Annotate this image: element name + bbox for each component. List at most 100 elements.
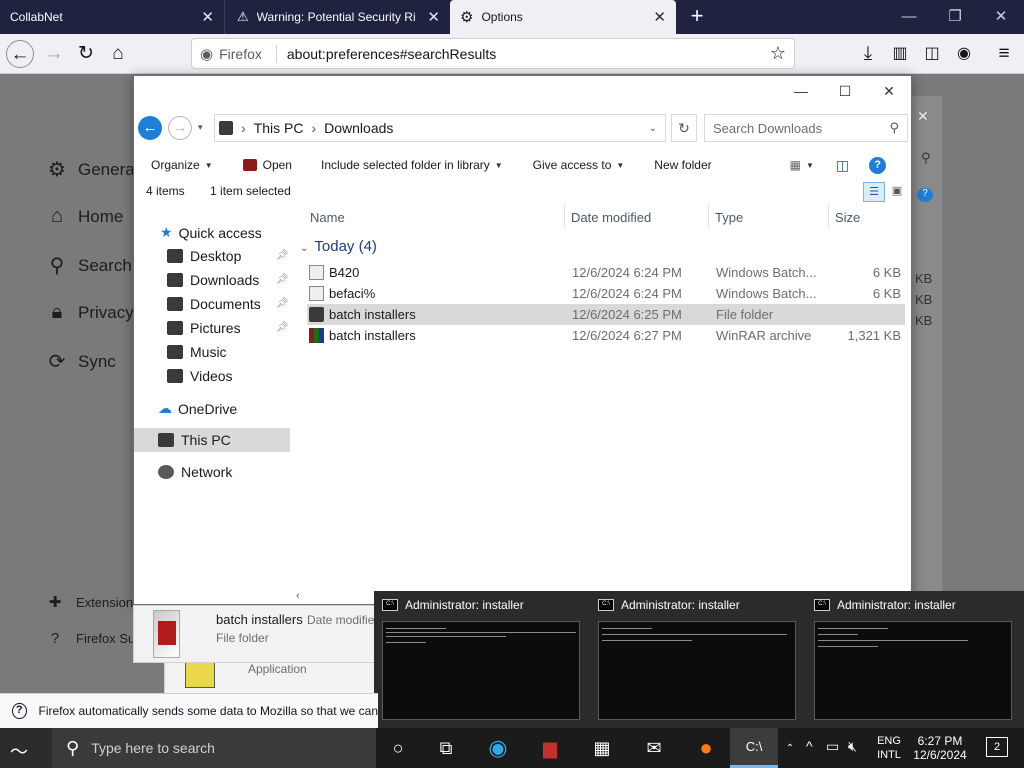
nav-downloads[interactable]: Downloads bbox=[167, 272, 259, 288]
library-icon[interactable]: ▥ bbox=[886, 40, 914, 68]
show-hidden-icons[interactable]: ^ bbox=[806, 739, 813, 753]
open-button[interactable]: Open bbox=[242, 158, 292, 172]
breadcrumb[interactable]: › This PC › Downloads ⌄ bbox=[214, 114, 666, 142]
cmd-icon: C:\ bbox=[382, 599, 398, 611]
back-arrow-icon[interactable]: ← bbox=[138, 116, 162, 140]
nav-pictures[interactable]: Pictures bbox=[167, 320, 241, 336]
new-folder-button[interactable]: New folder bbox=[654, 158, 711, 172]
close-icon[interactable]: ✕ bbox=[201, 8, 214, 26]
bookmark-star-icon[interactable]: ☆ bbox=[770, 43, 786, 64]
close-window-icon[interactable]: ✕ bbox=[978, 0, 1024, 34]
nav-music[interactable]: Music bbox=[167, 344, 227, 360]
download-icon[interactable]: ⤓ bbox=[854, 40, 882, 68]
give-access-button[interactable]: Give access to ▼ bbox=[533, 158, 625, 172]
account-icon[interactable]: ◉ bbox=[950, 40, 978, 68]
file-row[interactable]: B420 12/6/2024 6:24 PM Windows Batch... … bbox=[307, 262, 905, 283]
refresh-icon[interactable]: ↻ bbox=[671, 114, 697, 142]
help-icon[interactable]: ? bbox=[869, 156, 887, 174]
tab-collabnet[interactable]: CollabNet ✕ bbox=[0, 0, 225, 34]
prefs-footer-extensions[interactable]: ✚ Extension bbox=[46, 593, 133, 611]
taskbar-search[interactable]: ⚲ Type here to search bbox=[52, 728, 376, 768]
prefs-footer-support[interactable]: ? Firefox Su bbox=[46, 630, 135, 647]
nav-desktop[interactable]: Desktop bbox=[167, 248, 241, 264]
prefs-nav-general[interactable]: ⚙ General bbox=[44, 157, 138, 182]
network-icon[interactable]: ▭ bbox=[826, 739, 839, 753]
search-icon: ⚲ bbox=[66, 737, 80, 758]
sidebar-icon[interactable]: ◫ bbox=[918, 40, 946, 68]
close-icon: ✕ bbox=[917, 108, 929, 124]
nav-label: Videos bbox=[190, 368, 233, 384]
firefox-icon[interactable]: ● bbox=[682, 728, 730, 768]
taskbar-thumbnail[interactable]: C:\ Administrator: installer bbox=[374, 591, 589, 728]
minimize-icon[interactable]: — bbox=[779, 76, 823, 106]
forward-arrow-icon[interactable]: → bbox=[168, 116, 192, 140]
volume-muted-icon[interactable]: 🔇︎ bbox=[848, 739, 857, 753]
chevron-down-icon[interactable]: ▾ bbox=[198, 122, 203, 133]
prefs-nav-sync[interactable]: ⟳ Sync bbox=[44, 349, 116, 374]
preview-pane-icon[interactable]: ◫ bbox=[836, 157, 849, 174]
tab-options[interactable]: ⚙ Options ✕ bbox=[450, 0, 676, 34]
command-prompt-icon[interactable]: C:\ bbox=[730, 728, 778, 768]
back-arrow-icon[interactable]: ← bbox=[6, 40, 34, 68]
nav-network[interactable]: Network bbox=[158, 464, 232, 480]
view-options-icon[interactable]: ▦ ▼ bbox=[790, 158, 814, 172]
nav-quick-access[interactable]: ★ Quick access bbox=[160, 224, 262, 241]
group-header[interactable]: ⌄ Today (4) bbox=[300, 238, 377, 255]
cortana-icon[interactable]: ○ bbox=[374, 728, 422, 768]
tab-security-warning[interactable]: ⚠ Warning: Potential Security Ri ✕ bbox=[227, 0, 450, 34]
documents-icon bbox=[167, 297, 183, 311]
breadcrumb-downloads[interactable]: Downloads bbox=[324, 120, 393, 136]
nav-videos[interactable]: Videos bbox=[167, 368, 233, 384]
close-icon[interactable]: ✕ bbox=[653, 8, 666, 26]
prefs-nav-label: Search bbox=[78, 255, 132, 275]
include-in-library-button[interactable]: Include selected folder in library ▼ bbox=[321, 158, 503, 172]
taskbar-thumbnail[interactable]: C:\ Administrator: installer bbox=[806, 591, 1021, 728]
taskbar-thumbnail[interactable]: C:\ Administrator: installer bbox=[590, 591, 805, 728]
menu-icon[interactable]: ≡ bbox=[990, 40, 1018, 68]
input-language[interactable]: ENG INTL bbox=[874, 734, 904, 762]
file-row-selected[interactable]: batch installers 12/6/2024 6:25 PM File … bbox=[307, 304, 905, 325]
prefs-nav-privacy[interactable]: 🔒︎ Privacy bbox=[44, 301, 134, 324]
navigation-pane: ★ Quick access Desktop 📌︎ Downloads 📌︎ Do… bbox=[134, 218, 294, 598]
minimize-icon[interactable]: — bbox=[886, 0, 932, 34]
file-row[interactable]: batch installers 12/6/2024 6:27 PM WinRA… bbox=[307, 325, 905, 346]
chevron-left-icon[interactable]: ‹ bbox=[296, 590, 300, 602]
nav-onedrive[interactable]: ☁ OneDrive bbox=[158, 400, 237, 417]
url-bar[interactable]: ◉ Firefox about:preferences#searchResult… bbox=[191, 38, 795, 69]
maximize-icon[interactable]: ☐ bbox=[823, 76, 867, 106]
url-text[interactable]: about:preferences#searchResults bbox=[287, 46, 770, 62]
search-input[interactable]: Search Downloads ⚲ bbox=[704, 114, 908, 142]
file-explorer-icon[interactable]: ▆ bbox=[526, 728, 574, 768]
file-row[interactable]: befaci% 12/6/2024 6:24 PM Windows Batch.… bbox=[307, 283, 905, 304]
large-icons-view-icon[interactable]: ▣ bbox=[888, 182, 906, 202]
start-button[interactable]: 〜 bbox=[0, 728, 52, 768]
reload-icon[interactable]: ↻ bbox=[72, 40, 100, 68]
forward-arrow-icon[interactable]: → bbox=[40, 40, 68, 68]
column-name[interactable]: Name bbox=[310, 210, 345, 225]
clock[interactable]: 6:27 PM 12/6/2024 bbox=[908, 734, 972, 762]
notifications-icon[interactable]: 2 bbox=[986, 737, 1008, 757]
restore-icon[interactable]: ❐ bbox=[932, 0, 978, 34]
nav-this-pc[interactable]: This PC bbox=[158, 432, 231, 448]
chevron-down-icon: ▼ bbox=[806, 160, 814, 170]
mail-icon[interactable]: ✉ bbox=[630, 728, 678, 768]
home-icon[interactable]: ⌂ bbox=[104, 40, 132, 68]
prefs-nav-home[interactable]: ⌂ Home bbox=[44, 205, 123, 228]
close-icon[interactable]: ✕ bbox=[427, 8, 440, 26]
warning-icon: ⚠ bbox=[237, 9, 249, 24]
details-view-icon[interactable]: ☰ bbox=[863, 182, 885, 202]
chevron-up-icon[interactable]: ⌃ bbox=[780, 728, 800, 768]
chevron-down-icon[interactable]: ⌄ bbox=[649, 123, 657, 134]
column-size[interactable]: Size bbox=[835, 210, 860, 225]
column-date[interactable]: Date modified bbox=[571, 210, 651, 225]
column-type[interactable]: Type bbox=[715, 210, 743, 225]
close-icon[interactable]: ✕ bbox=[867, 76, 911, 106]
task-view-icon[interactable]: ⧉ bbox=[422, 728, 470, 768]
prefs-nav-search[interactable]: ⚲ Search bbox=[44, 253, 132, 278]
new-tab-button[interactable]: + bbox=[684, 4, 710, 30]
store-icon[interactable]: ▦ bbox=[578, 728, 626, 768]
organize-button[interactable]: Organize ▼ bbox=[151, 158, 213, 172]
nav-documents[interactable]: Documents bbox=[167, 296, 261, 312]
breadcrumb-this-pc[interactable]: This PC bbox=[254, 120, 304, 136]
edge-icon[interactable]: ◉ bbox=[474, 728, 522, 768]
